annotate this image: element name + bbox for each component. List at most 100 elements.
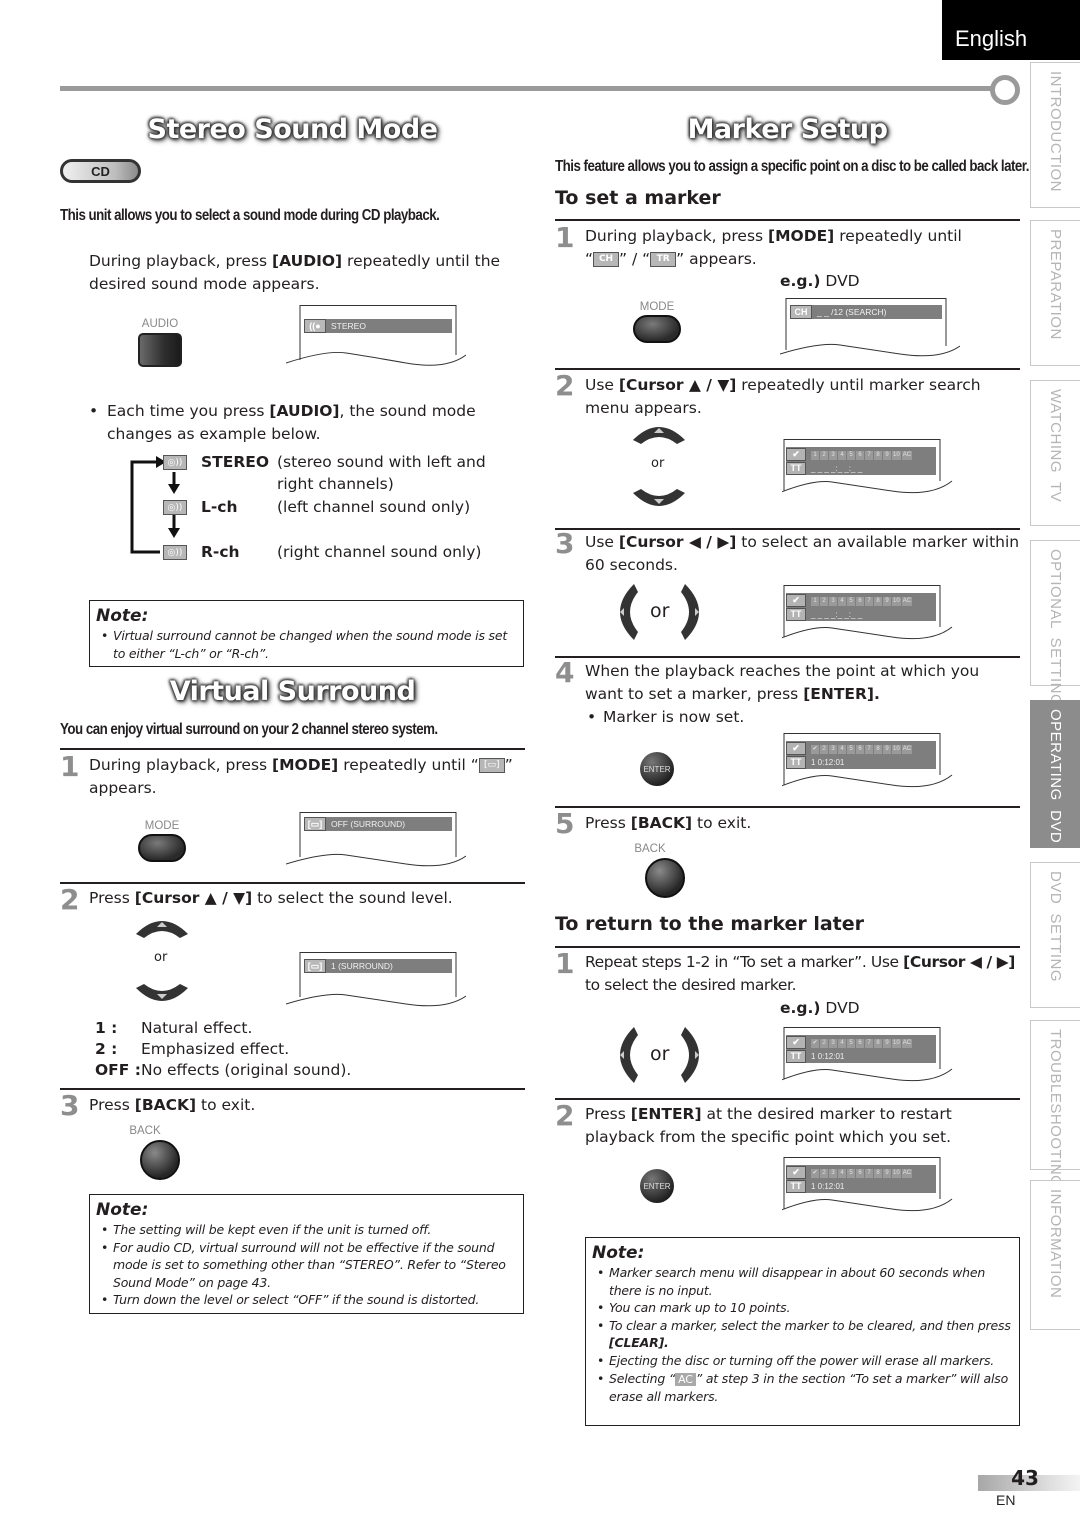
marker-slots: ✔ 2 3 4 5 6 7 8 9 10 AC xyxy=(811,1037,913,1048)
osd-bar: ((● STEREO xyxy=(304,319,452,333)
side-tab-information[interactable]: INFORMATION xyxy=(1030,1180,1080,1330)
stereo-sound-mode-title: Stereo Sound Mode xyxy=(147,114,438,145)
return-step-1-text: Repeat steps 1-2 in “To set a marker”. U… xyxy=(585,953,1015,994)
divider xyxy=(555,946,1020,948)
tv-screen-surround-off: [▭] OFF (SURROUND) xyxy=(286,812,466,874)
tv-screen-marker-return: ✔ ✔ 2 3 4 5 6 7 8 9 10 AC TT 1 0:12:01 xyxy=(782,1027,953,1089)
header-rule xyxy=(60,86,995,91)
marker-slot: 9 xyxy=(883,1168,891,1178)
return-step-2-text: Press [ENTER] at the desired marker to r… xyxy=(585,1105,952,1146)
stereo-bullet: • Each time you press [AUDIO], the sound… xyxy=(89,402,476,443)
cursor-left-button[interactable] xyxy=(612,582,638,642)
marker-slot: 7 xyxy=(865,596,873,606)
marker-slot: 10 xyxy=(892,1038,901,1048)
chapter-icon: CH xyxy=(593,252,620,267)
tv-screen-marker-menu: ✔ 1 2 3 4 5 6 7 8 9 10 AC TT _ _ _ _:_ _:_ _ xyxy=(782,439,953,501)
side-tab-dvd-setting[interactable]: DVD SETTING xyxy=(1030,862,1080,1008)
marker-slot: 9 xyxy=(883,1038,891,1048)
level-row: 1 : Natural effect. xyxy=(95,1019,253,1037)
divider xyxy=(60,748,525,750)
marker-slot: 5 xyxy=(847,596,855,606)
tv-screen-search: CH _ _ /12 (SEARCH) xyxy=(780,298,960,360)
cursor-down-button[interactable] xyxy=(134,984,190,1008)
title-icon: TT xyxy=(786,607,806,621)
marker-slot: 7 xyxy=(865,450,873,460)
marker-slot: 2 xyxy=(820,596,828,606)
marker-slot: 3 xyxy=(829,450,837,460)
marker-osd: ✔ 1 2 3 4 5 6 7 8 9 10 AC TT _ _ _ _:_ _:_ _ xyxy=(786,447,936,475)
marker-slot: 4 xyxy=(838,1038,846,1048)
header-ring-ornament xyxy=(990,75,1020,105)
cursor-up-button[interactable] xyxy=(134,914,190,938)
marker-slot: 4 xyxy=(838,744,846,754)
check-icon: ✔ xyxy=(786,447,806,461)
language-tab: English xyxy=(942,0,1080,60)
mode-button[interactable] xyxy=(138,834,186,862)
cursor-right-button[interactable] xyxy=(681,1025,707,1085)
marker-slot: 10 xyxy=(892,450,901,460)
side-tab-watching-tv[interactable]: WATCHING TV xyxy=(1030,380,1080,526)
or-label: or xyxy=(650,1043,670,1065)
back-button-label: BACK xyxy=(129,1125,161,1137)
stereo-instruction: During playback, press [AUDIO] repeatedl… xyxy=(89,252,501,293)
tv-screen-stereo: ((● STEREO xyxy=(286,305,466,367)
surround-icon: [▭] xyxy=(304,817,326,831)
side-tab-optional-setting[interactable]: OPTIONAL SETTING xyxy=(1030,540,1080,706)
marker-slot: AC xyxy=(901,1168,913,1178)
track-icon: TR xyxy=(650,252,677,267)
mode-item-stereo: ◎)) STEREO (stereo sound with left and r… xyxy=(163,451,523,496)
back-button[interactable] xyxy=(645,858,685,898)
enter-button[interactable]: ENTER xyxy=(640,1169,674,1203)
marker-osd: ✔ 1 2 3 4 5 6 7 8 9 10 AC TT _ _ _ _:_ _:_ _ xyxy=(786,593,936,621)
mode-button[interactable] xyxy=(633,315,681,343)
marker-slot: AC xyxy=(901,596,913,606)
cursor-right-button[interactable] xyxy=(681,582,707,642)
eg-dvd-label: e.g.) DVD xyxy=(780,272,860,290)
divider xyxy=(555,219,1020,221)
audio-button[interactable] xyxy=(138,333,182,367)
step-number: 2 xyxy=(555,1099,575,1132)
level-row: 2 : Emphasized effect. xyxy=(95,1040,290,1058)
surround-lead-text: You can enjoy virtual surround on your 2… xyxy=(60,721,438,738)
side-tab-preparation[interactable]: PREPARATION xyxy=(1030,220,1080,366)
all-clear-icon: AC xyxy=(675,1372,696,1386)
title-icon: TT xyxy=(786,1049,806,1063)
marker-slot: 2 xyxy=(820,744,828,754)
divider xyxy=(555,528,1020,530)
step-number: 1 xyxy=(60,750,80,783)
marker-setup-title: Marker Setup xyxy=(687,114,888,145)
side-tab-introduction[interactable]: INTRODUCTION xyxy=(1030,62,1080,208)
marker-slot: 3 xyxy=(829,1168,837,1178)
marker-slot: ✔ xyxy=(811,1168,819,1178)
marker-slot: 5 xyxy=(847,1168,855,1178)
marker-slot: 6 xyxy=(856,744,864,754)
marker-slot: 2 xyxy=(820,1038,828,1048)
marker-slot: 3 xyxy=(829,596,837,606)
surround-icon: [▭] xyxy=(304,959,326,973)
step-number: 2 xyxy=(555,369,575,402)
marker-osd: ✔ ✔ 2 3 4 5 6 7 8 9 10 AC TT 1 0:12:01 xyxy=(786,1035,936,1063)
divider xyxy=(60,882,525,884)
cursor-down-button[interactable] xyxy=(631,489,687,513)
cursor-up-button[interactable] xyxy=(631,420,687,444)
cursor-left-button[interactable] xyxy=(612,1025,638,1085)
marker-slot: 10 xyxy=(892,744,901,754)
level-row: OFF : No effects (original sound). xyxy=(95,1061,352,1079)
audio-button-label: AUDIO xyxy=(141,318,179,330)
step-number: 3 xyxy=(555,527,575,560)
enter-button[interactable]: ENTER xyxy=(640,752,674,786)
step-number: 2 xyxy=(60,883,80,916)
side-tab-operating-dvd[interactable]: OPERATING DVD xyxy=(1030,700,1080,848)
marker-slot: 7 xyxy=(865,1168,873,1178)
marker-slot: 6 xyxy=(856,450,864,460)
divider xyxy=(555,806,1020,808)
cd-badge: CD xyxy=(60,159,141,183)
check-icon: ✔ xyxy=(786,593,806,607)
page-number: 43 xyxy=(1011,1466,1039,1490)
marker-step-4-text: When the playback reaches the point at w… xyxy=(585,662,980,726)
side-tab-troubleshooting[interactable]: TROUBLESHOOTING xyxy=(1030,1020,1080,1187)
surround-levels: 1 : Natural effect. 2 : Emphasized effect.… xyxy=(95,1018,515,1081)
marker-slot: 8 xyxy=(874,1038,882,1048)
divider xyxy=(555,656,1020,658)
back-button[interactable] xyxy=(140,1140,180,1180)
